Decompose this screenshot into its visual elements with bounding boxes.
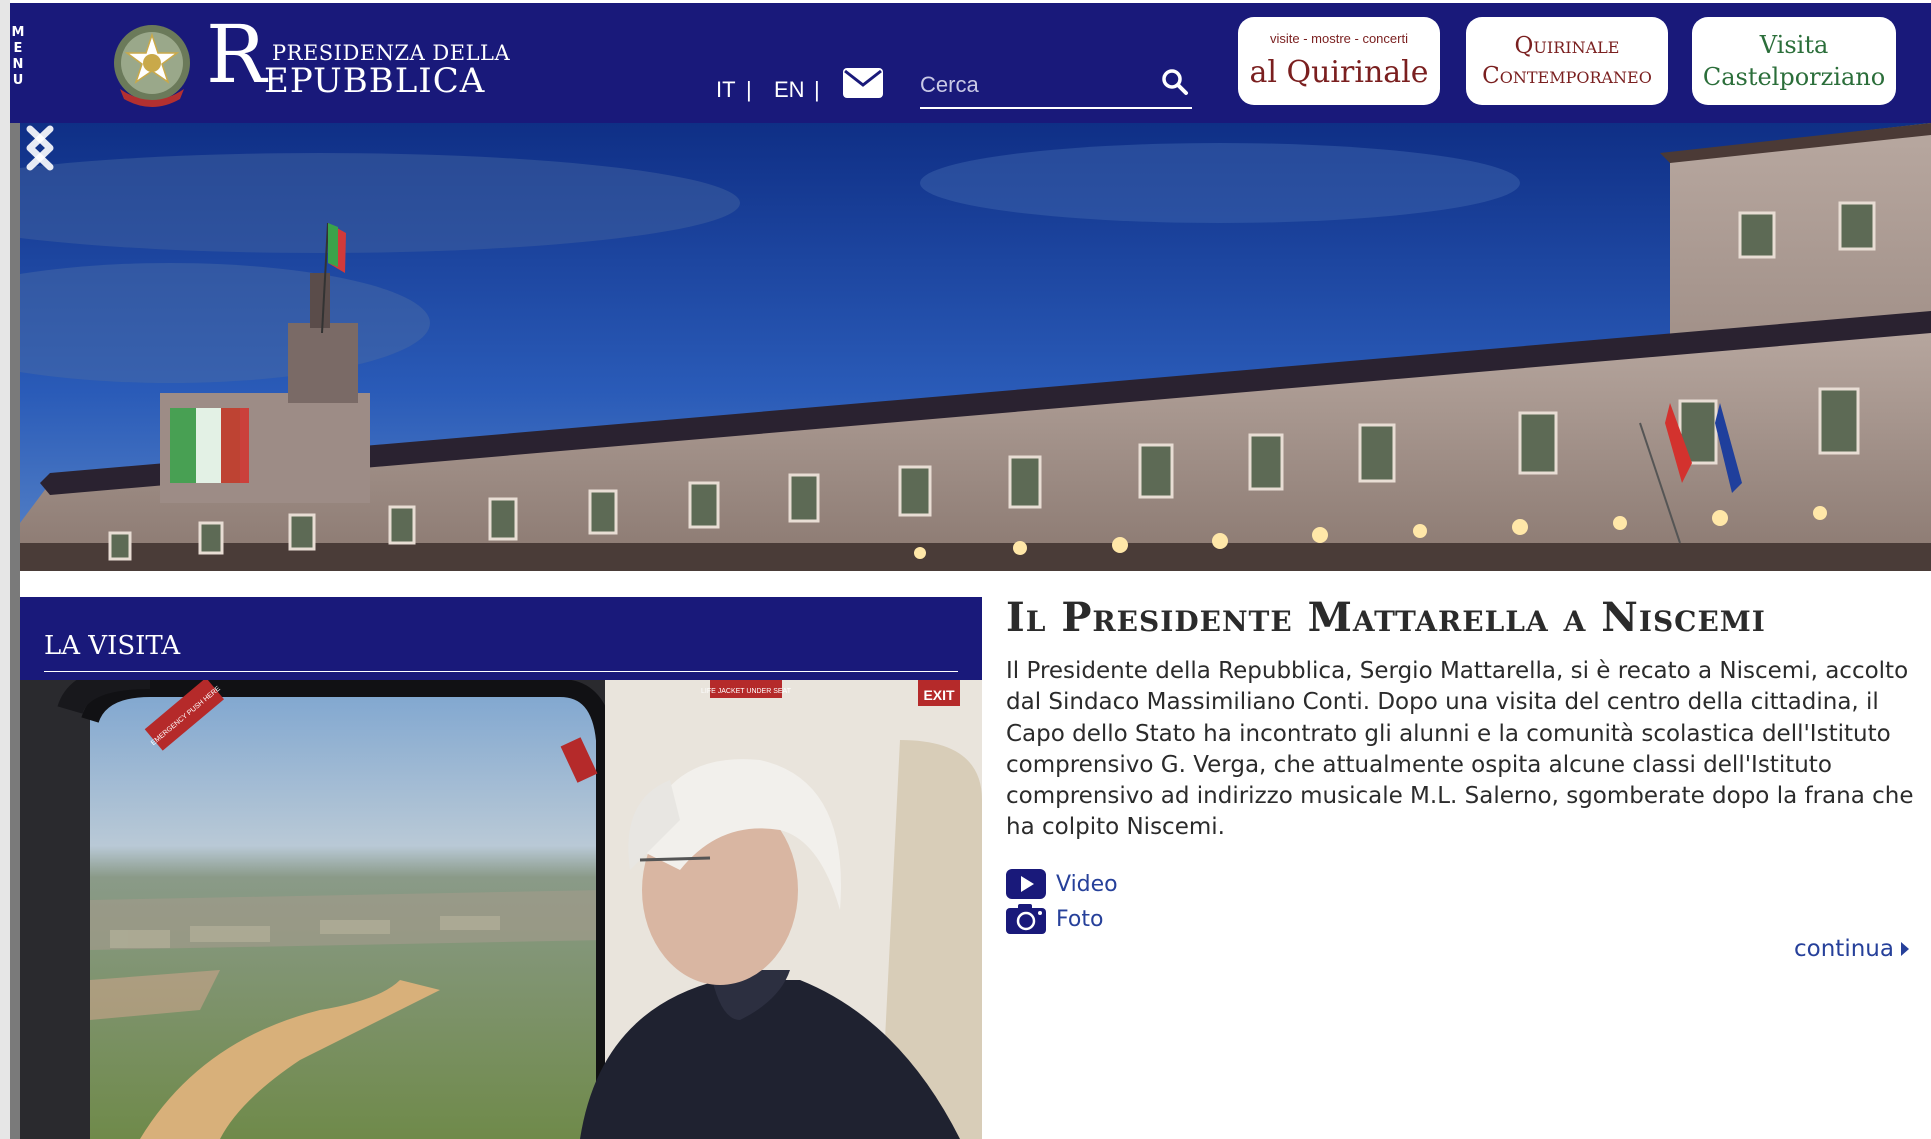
life-jacket-sign-text: LIFE JACKET UNDER SEAT	[701, 688, 792, 695]
article-title[interactable]: Il Presidente Mattarella a Niscemi	[1006, 594, 1766, 641]
continue-label: continua	[1794, 936, 1894, 962]
play-icon	[1006, 869, 1046, 899]
helicopter-window-photo[interactable]: EXIT LIFE JACKET UNDER SEAT EMERGENCY PU…	[20, 680, 982, 1139]
promo-title-line-2: Contemporaneo	[1482, 63, 1652, 89]
logo-line-2[interactable]: EPUBBLICA	[264, 61, 485, 101]
section-title: LA VISITA	[44, 631, 181, 661]
photo-link-label: Foto	[1056, 906, 1104, 932]
promo-al-quirinale-button[interactable]: visite - mostre - concerti al Quirinale	[1238, 17, 1440, 105]
language-separator: |	[746, 77, 752, 102]
promo-title-line-1: Visita	[1759, 31, 1829, 59]
promo-visita-castelporziano-button[interactable]: Visita Castelporziano	[1692, 17, 1896, 105]
search-box	[920, 63, 1192, 109]
left-rail-shadow	[10, 123, 20, 1139]
hero-carousel	[20, 123, 1931, 571]
menu-letter: E	[13, 41, 23, 56]
chevron-right-icon[interactable]	[20, 123, 60, 173]
menu-toggle-button[interactable]: M E N U	[10, 25, 26, 99]
continue-reading-link[interactable]: continua	[1794, 936, 1910, 962]
menu-letter: N	[12, 57, 24, 72]
language-it-link[interactable]: IT	[716, 77, 736, 103]
menu-letter: M	[11, 25, 25, 40]
camera-icon	[1006, 904, 1046, 934]
logo-initial[interactable]: R	[206, 15, 266, 95]
promo-title-line-2: Castelporziano	[1702, 63, 1886, 91]
photo-link[interactable]: Foto	[1006, 903, 1103, 935]
caret-right-icon	[1900, 942, 1909, 956]
promo-title: al Quirinale	[1249, 55, 1429, 90]
exit-sign-text: EXIT	[923, 687, 955, 703]
search-icon[interactable]	[1160, 67, 1190, 99]
site-header: M E N U R PRESIDENZA DELLA EPUBBLICA IT …	[10, 3, 1931, 123]
envelope-icon[interactable]	[842, 67, 884, 99]
left-rail	[0, 0, 10, 1139]
search-input[interactable]	[920, 67, 1150, 103]
language-separator: |	[814, 77, 820, 102]
quirinale-palace-image	[20, 123, 1931, 571]
video-link[interactable]: Video	[1006, 868, 1118, 900]
video-link-label: Video	[1056, 871, 1118, 897]
promo-subtitle: visite - mostre - concerti	[1270, 31, 1408, 46]
language-en-link[interactable]: EN	[774, 77, 805, 103]
promo-quirinale-contemporaneo-button[interactable]: Quirinale Contemporaneo	[1466, 17, 1668, 105]
article-body: Il Presidente della Repubblica, Sergio M…	[1006, 658, 1914, 841]
visit-section: LA VISITA EXIT LIFE JACKET UNDER SEAT EM…	[20, 597, 982, 1139]
promo-title-line-1: Quirinale	[1514, 33, 1620, 59]
section-divider	[44, 671, 958, 672]
republic-emblem-icon[interactable]	[110, 19, 194, 109]
menu-letter: U	[12, 73, 24, 88]
